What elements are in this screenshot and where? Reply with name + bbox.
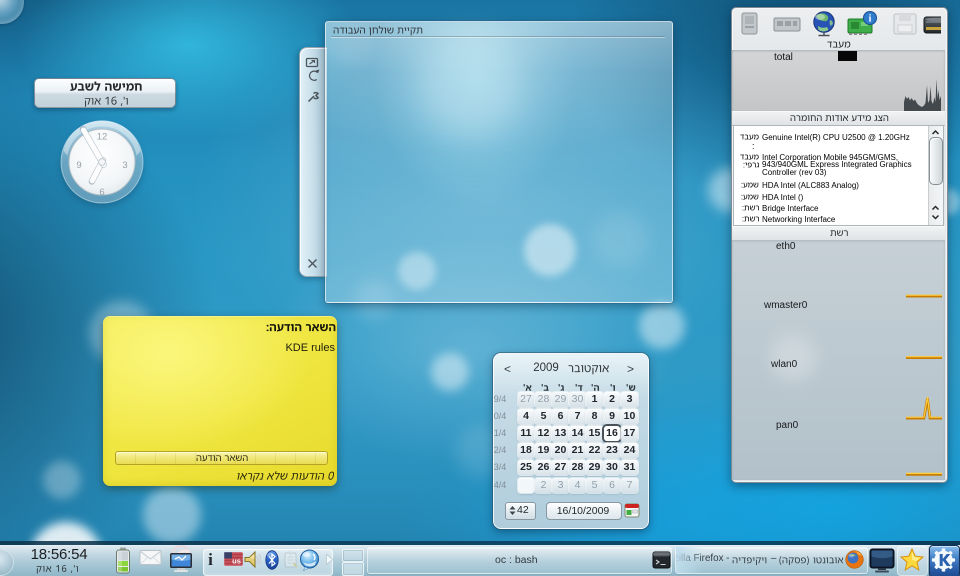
svg-text:i: i — [869, 14, 872, 25]
svg-text:6: 6 — [99, 187, 104, 198]
svg-text:us: us — [232, 557, 241, 566]
svg-text:12: 12 — [97, 132, 108, 143]
svg-text:9: 9 — [76, 160, 81, 171]
svg-text:3: 3 — [122, 160, 127, 171]
